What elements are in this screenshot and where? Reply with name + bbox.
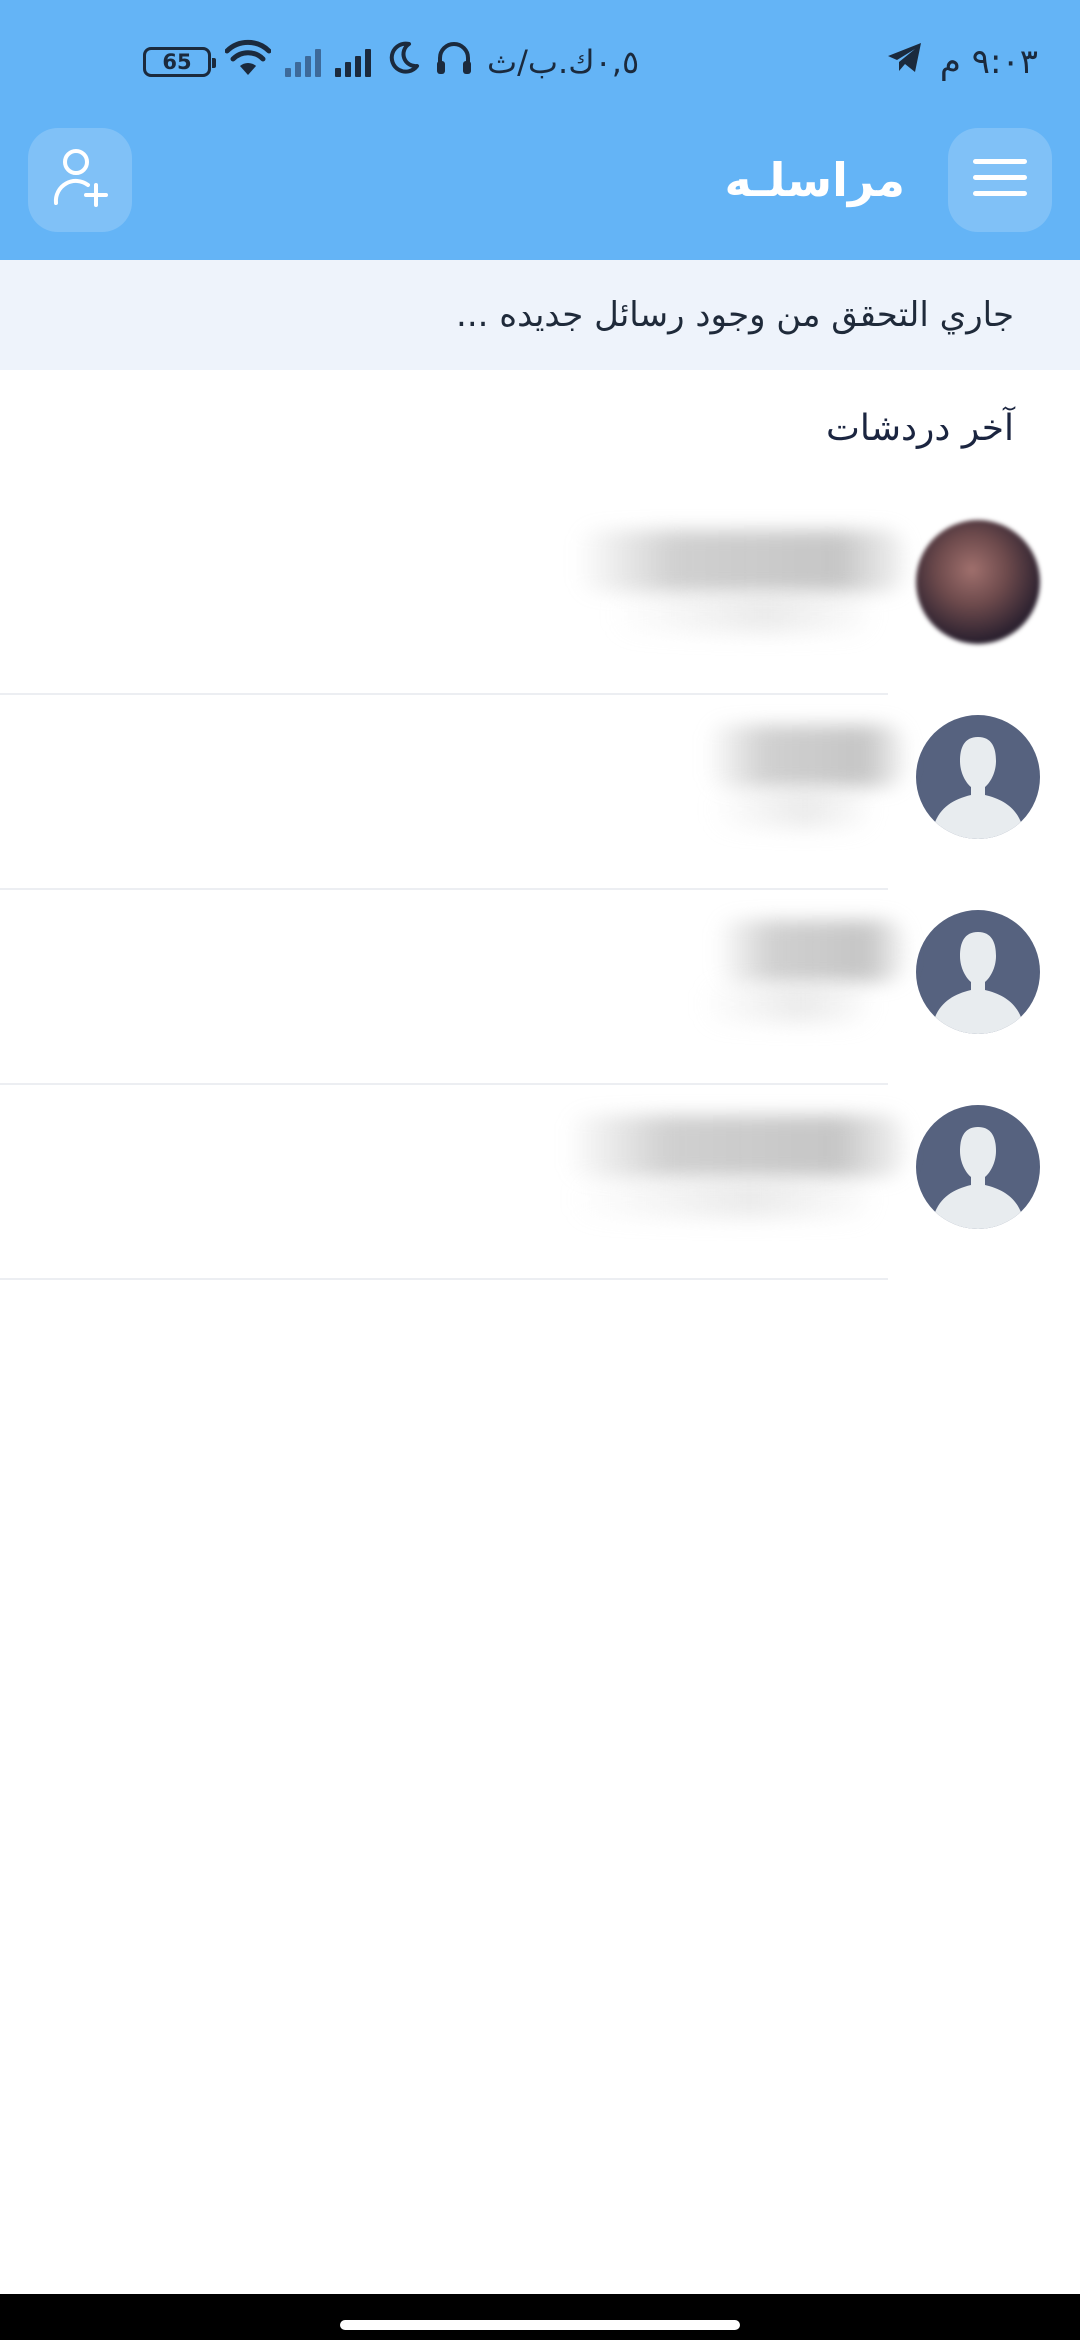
header: 65 ٠,٥ك.ب/ث ٩:٠٣ م مراسلـه bbox=[0, 0, 1080, 260]
app-root: 65 ٠,٥ك.ب/ث ٩:٠٣ م مراسلـه جاري التحقق م… bbox=[0, 0, 1080, 2340]
sync-status-text: جاري التحقق من وجود رسائل جديده ... bbox=[456, 295, 1014, 335]
avatar bbox=[916, 520, 1040, 644]
recent-chats-title: آخر دردشات bbox=[825, 408, 1014, 449]
headphones-icon bbox=[435, 40, 473, 84]
chat-list bbox=[0, 500, 1080, 1280]
chat-name bbox=[575, 530, 905, 592]
signal-faded-icon bbox=[285, 47, 321, 77]
hamburger-menu-icon bbox=[971, 157, 1029, 203]
chat-name bbox=[565, 1115, 905, 1177]
chat-list-item[interactable] bbox=[0, 695, 1080, 890]
default-user-icon bbox=[916, 1105, 1040, 1229]
status-bar: 65 ٠,٥ك.ب/ث ٩:٠٣ م bbox=[0, 0, 1080, 120]
system-navigation-bar bbox=[0, 2294, 1080, 2340]
sync-status-banner: جاري التحقق من وجود رسائل جديده ... bbox=[0, 260, 1080, 370]
wifi-icon bbox=[224, 39, 272, 85]
chat-name bbox=[715, 920, 905, 982]
chat-preview bbox=[710, 790, 870, 828]
add-user-icon bbox=[52, 147, 108, 213]
moon-icon bbox=[385, 40, 421, 84]
status-bar-time-area: ٩:٠٣ م bbox=[886, 40, 1038, 84]
menu-button[interactable] bbox=[948, 128, 1052, 232]
status-time: ٩:٠٣ م bbox=[939, 42, 1038, 82]
chat-list-item[interactable] bbox=[0, 890, 1080, 1085]
battery-icon: 65 bbox=[143, 47, 216, 77]
network-speed: ٠,٥ك.ب/ث bbox=[487, 43, 640, 81]
battery-level: 65 bbox=[162, 50, 192, 74]
add-user-button[interactable] bbox=[28, 128, 132, 232]
chat-list-item[interactable] bbox=[0, 1085, 1080, 1280]
chat-name bbox=[705, 725, 905, 787]
chat-list-item[interactable] bbox=[0, 500, 1080, 695]
chat-preview bbox=[610, 595, 870, 633]
status-bar-indicators: 65 ٠,٥ك.ب/ث bbox=[143, 38, 639, 86]
chat-preview bbox=[700, 985, 870, 1023]
home-indicator[interactable] bbox=[340, 2320, 740, 2330]
app-bar: مراسلـه bbox=[0, 128, 1080, 234]
default-user-icon bbox=[916, 715, 1040, 839]
page-title: مراسلـه bbox=[724, 153, 906, 207]
telegram-icon bbox=[886, 41, 924, 84]
signal-icon bbox=[335, 47, 371, 77]
chat-preview bbox=[570, 1180, 870, 1218]
default-user-icon bbox=[916, 910, 1040, 1034]
